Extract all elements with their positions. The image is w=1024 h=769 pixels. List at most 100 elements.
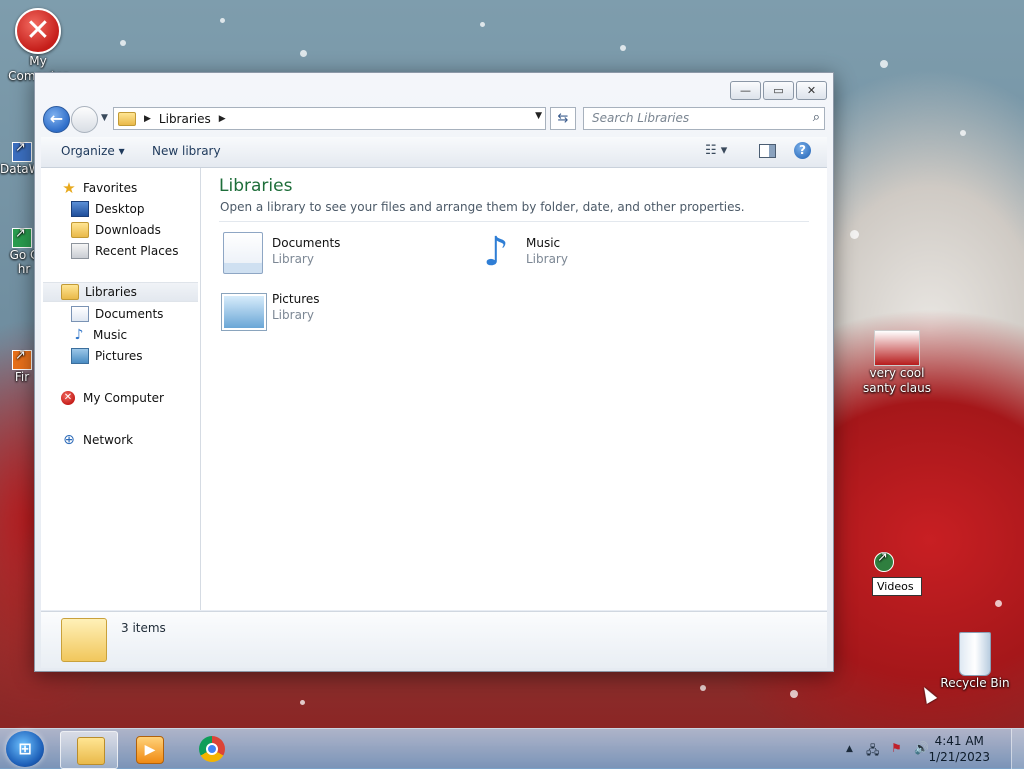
snowflake — [120, 40, 126, 46]
computer-error-icon: ✕ — [61, 391, 75, 405]
nav-favorites[interactable]: ★ Favorites — [61, 178, 200, 198]
explorer-window[interactable]: — ▭ ✕ ← ▼ ▶ Libraries ▶ ▼ ⇆ Search Libra… — [34, 72, 834, 672]
search-input[interactable]: Search Libraries ⌕ — [583, 107, 825, 130]
search-icon[interactable]: ⌕ — [813, 110, 820, 125]
divider — [219, 221, 809, 222]
taskbar-explorer[interactable] — [60, 731, 118, 769]
taskbar-chrome[interactable] — [183, 731, 239, 767]
network-icon: ⊕ — [63, 432, 75, 448]
library-item-pictures[interactable]: Pictures Library — [219, 286, 449, 332]
libraries-folder-icon — [61, 618, 107, 662]
nav-music[interactable]: ♪ Music — [71, 325, 200, 345]
nav-label: My Computer — [83, 391, 164, 405]
snowflake — [850, 230, 859, 239]
command-bar: Organize ▾ New library ☷ ▾ ? — [41, 137, 827, 168]
nav-libraries[interactable]: Libraries — [43, 282, 198, 302]
documents-library-icon — [223, 232, 263, 274]
nav-downloads[interactable]: Downloads — [71, 220, 200, 240]
snowflake — [960, 130, 966, 136]
recycle-bin-icon — [959, 632, 991, 676]
nav-label: Libraries — [85, 285, 137, 299]
downloads-folder-icon — [71, 222, 89, 238]
new-library-button[interactable]: New library — [152, 144, 221, 158]
library-name: Documents — [272, 236, 341, 250]
firefox-shortcut-icon — [12, 348, 32, 370]
chevron-right-icon[interactable]: ▶ — [219, 114, 226, 124]
nav-documents[interactable]: Documents — [71, 304, 200, 324]
star-icon: ★ — [62, 179, 76, 197]
address-dropdown-icon[interactable]: ▼ — [535, 111, 542, 121]
shortcut-icon — [12, 140, 32, 162]
recent-pages-dropdown-icon[interactable]: ▼ — [101, 113, 108, 123]
show-hidden-icons-icon[interactable]: ▲ — [846, 744, 853, 754]
close-button[interactable]: ✕ — [796, 81, 827, 100]
volume-icon[interactable]: 🔊 — [914, 741, 929, 755]
back-button[interactable]: ← — [43, 106, 70, 133]
pictures-icon — [71, 348, 89, 364]
taskbar: ⊞ ▶ ▲ 🖧 ⚑ 🔊 4:41 AM 1/21/2023 — [0, 728, 1024, 769]
item-count: 3 items — [121, 621, 166, 635]
shortcut-icon — [874, 550, 894, 572]
details-pane: 3 items — [41, 611, 827, 668]
address-bar[interactable]: ▶ Libraries ▶ ▼ — [113, 107, 546, 130]
nav-label: Downloads — [95, 223, 161, 237]
breadcrumb-libraries[interactable]: Libraries — [159, 112, 211, 126]
rename-input[interactable]: Videos — [872, 577, 922, 596]
nav-label: Documents — [95, 307, 164, 321]
start-button[interactable]: ⊞ — [6, 731, 44, 767]
music-library-icon: ♪ — [483, 229, 509, 275]
nav-network[interactable]: ⊕ Network — [61, 430, 200, 450]
snowflake — [300, 50, 307, 57]
desktop-icon-recycle-bin[interactable]: Recycle Bin — [940, 632, 1010, 691]
refresh-button[interactable]: ⇆ — [550, 107, 576, 130]
desktop-icon-label: Fir — [14, 370, 30, 384]
error-x-icon: ✕ — [15, 8, 61, 54]
desktop-icon-firefox[interactable]: Fir — [8, 348, 36, 385]
library-type: Library — [272, 252, 314, 266]
chevron-right-icon[interactable]: ▶ — [144, 114, 151, 124]
content-pane: Libraries Open a library to see your fil… — [201, 168, 827, 610]
library-item-documents[interactable]: Documents Library — [219, 230, 449, 276]
pictures-library-icon — [221, 293, 267, 331]
page-subtitle: Open a library to see your files and arr… — [220, 200, 745, 214]
change-view-icon[interactable]: ☷ ▾ — [705, 143, 727, 158]
snowflake — [880, 60, 888, 68]
snowflake — [700, 685, 706, 691]
snowflake — [220, 18, 225, 23]
nav-recent-places[interactable]: Recent Places — [71, 241, 200, 261]
documents-icon — [71, 306, 89, 322]
mouse-cursor-icon — [918, 684, 938, 704]
nav-pictures[interactable]: Pictures — [71, 346, 200, 366]
media-player-icon: ▶ — [136, 736, 164, 764]
desktop-icon-santa-image[interactable]: very cool santy claus — [860, 330, 934, 396]
minimize-button[interactable]: — — [730, 81, 761, 100]
page-title: Libraries — [219, 176, 293, 196]
clock[interactable]: 4:41 AM 1/21/2023 — [928, 733, 990, 765]
library-item-music[interactable]: ♪ Music Library — [473, 230, 703, 276]
libraries-icon — [61, 284, 79, 300]
nav-label: Music — [93, 328, 128, 342]
network-tray-icon[interactable]: 🖧 — [866, 741, 879, 762]
desktop-icon-dataw[interactable]: DataW — [0, 140, 41, 177]
desktop-icon-label: DataW — [0, 162, 41, 176]
forward-button[interactable] — [71, 106, 98, 133]
nav-desktop[interactable]: Desktop — [71, 199, 200, 219]
nav-label: Network — [83, 433, 134, 447]
taskbar-media-player[interactable]: ▶ — [120, 731, 176, 767]
preview-pane-icon[interactable] — [759, 144, 776, 158]
library-name: Pictures — [272, 292, 320, 306]
library-type: Library — [526, 252, 568, 266]
action-center-flag-icon[interactable]: ⚑ — [891, 741, 902, 755]
help-icon[interactable]: ? — [794, 142, 811, 159]
window-controls: — ▭ ✕ — [730, 81, 827, 100]
chrome-shortcut-icon — [12, 226, 32, 248]
organize-button[interactable]: Organize ▾ — [61, 144, 125, 158]
maximize-button[interactable]: ▭ — [763, 81, 794, 100]
desktop-icon-label: Recycle Bin — [940, 676, 1010, 690]
search-placeholder: Search Libraries — [592, 111, 690, 125]
folder-icon — [118, 111, 136, 126]
nav-my-computer[interactable]: ✕ My Computer — [61, 388, 200, 408]
show-desktop-button[interactable] — [1011, 729, 1024, 769]
desktop-icon — [71, 201, 89, 217]
desktop-icon-videos[interactable] — [872, 550, 922, 572]
